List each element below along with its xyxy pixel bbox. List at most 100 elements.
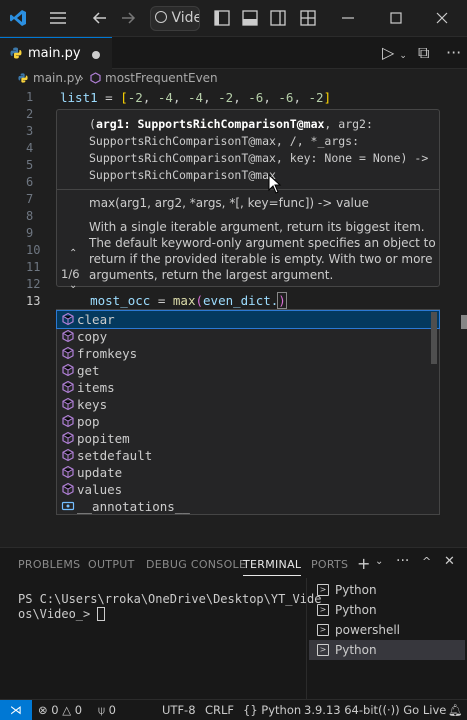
- panel-tab-terminal[interactable]: TERMINAL: [243, 558, 302, 576]
- terminal-instance[interactable]: > powershell: [309, 620, 465, 640]
- remote-indicator-icon[interactable]: ⋊: [0, 700, 32, 720]
- terminal-cursor: [97, 607, 106, 621]
- divider: [57, 189, 439, 190]
- chevron-up-icon[interactable]: ⌃: [69, 248, 77, 259]
- suggest-scrollbar[interactable]: [431, 312, 437, 364]
- ports-status[interactable]: ⍦ 0: [98, 703, 116, 718]
- method-icon: [61, 363, 75, 377]
- more-actions-icon[interactable]: ···: [396, 553, 409, 569]
- panel-tab-output[interactable]: OUTPUT: [88, 558, 135, 571]
- chevron-down-icon: ⌄: [399, 51, 407, 61]
- terminal-label: Python: [335, 583, 377, 597]
- toggle-panel-icon[interactable]: [240, 8, 260, 28]
- suggestion-label: items: [77, 380, 115, 395]
- suggestion-item[interactable]: values: [57, 481, 439, 498]
- number-token: -2: [127, 90, 143, 105]
- terminal-icon: >: [317, 644, 329, 656]
- new-terminal-button[interactable]: +: [357, 554, 370, 573]
- run-python-button[interactable]: ▷ ⌄: [382, 43, 407, 62]
- chevron-right-icon: ›: [79, 71, 84, 85]
- unsaved-dot-icon[interactable]: [92, 51, 100, 59]
- number-token: -6: [278, 90, 294, 105]
- editor-scrollbar-thumb[interactable]: [461, 315, 467, 329]
- suggestion-item[interactable]: __annotations__: [57, 498, 439, 515]
- encoding-status[interactable]: UTF-8: [162, 703, 196, 717]
- panel-tab-problems[interactable]: PROBLEMS: [18, 558, 80, 571]
- bracket-token: [: [120, 90, 128, 105]
- terminal-label: powershell: [335, 623, 400, 637]
- more-actions-button[interactable]: ···: [446, 43, 461, 62]
- suggestion-label: clear: [77, 312, 115, 327]
- suggestion-item[interactable]: get: [57, 362, 439, 379]
- minimize-icon[interactable]: [338, 8, 358, 28]
- ports-count: 0: [108, 703, 116, 717]
- terminal-instance[interactable]: > Python: [309, 600, 465, 620]
- suggestion-label: keys: [77, 397, 108, 412]
- code-line-1[interactable]: list1 = [-2, -4, -4, -2, -6, -6, -2]: [60, 90, 331, 105]
- forward-arrow-icon[interactable]: [118, 8, 138, 28]
- back-arrow-icon[interactable]: [90, 8, 110, 28]
- method-icon: [61, 312, 75, 326]
- suggestion-item[interactable]: popitem: [57, 430, 439, 447]
- go-live-button[interactable]: ((·)) Go Live: [378, 703, 446, 717]
- suggestion-item[interactable]: items: [57, 379, 439, 396]
- ellipsis-icon: ···: [446, 43, 462, 62]
- toggle-secondary-sidebar-icon[interactable]: [268, 8, 288, 28]
- language-label: Python: [261, 703, 302, 717]
- variable-token: list1: [60, 90, 98, 105]
- split-editor-button[interactable]: ⧉: [418, 43, 429, 63]
- suggestion-item[interactable]: clear: [56, 310, 440, 329]
- problems-status[interactable]: ⊗ 0 △ 0: [38, 703, 82, 717]
- terminal-label: Python: [335, 643, 377, 657]
- mouse-pointer-icon: [268, 173, 282, 197]
- panel-tab-ports[interactable]: PORTS: [311, 558, 348, 571]
- eol-status[interactable]: CRLF: [205, 703, 234, 717]
- method-icon: [61, 346, 75, 360]
- suggestion-item[interactable]: setdefault: [57, 447, 439, 464]
- python-file-icon: [10, 47, 22, 59]
- suggestion-label: popitem: [77, 431, 130, 446]
- variable-token: most_occ: [90, 293, 151, 308]
- terminal-instance[interactable]: > Python: [309, 640, 465, 660]
- suggestion-item[interactable]: keys: [57, 396, 439, 413]
- suggestion-label: pop: [77, 414, 100, 429]
- bracket-token: (: [195, 293, 204, 308]
- close-icon[interactable]: [432, 8, 452, 28]
- code-line-13[interactable]: most_occ = max(even_dict.): [60, 292, 287, 309]
- notifications-bell-icon[interactable]: 🔔︎: [448, 703, 463, 717]
- doc-text: With a single iterable argument, return …: [89, 220, 436, 282]
- chevron-down-icon[interactable]: ⌄: [69, 280, 77, 291]
- breadcrumb: main.py › mostFrequentEven: [0, 69, 467, 87]
- method-icon: [61, 482, 75, 496]
- breadcrumb-file[interactable]: main.py: [33, 71, 82, 85]
- maximize-panel-icon[interactable]: ^: [422, 555, 431, 568]
- terminal-output[interactable]: PS C:\Users\rroka\OneDrive\Desktop\YT_Vi…: [18, 592, 321, 622]
- suggestion-item[interactable]: update: [57, 464, 439, 481]
- bracket-token: ): [277, 292, 287, 309]
- breadcrumb-symbol[interactable]: mostFrequentEven: [105, 71, 218, 85]
- toggle-sidebar-icon[interactable]: [212, 8, 232, 28]
- terminal-list: > Python > Python > powershell > Python: [306, 578, 467, 700]
- interpreter-status[interactable]: 3.9.13 64-bit: [304, 703, 378, 717]
- maximize-icon[interactable]: [386, 8, 406, 28]
- suggestion-item[interactable]: copy: [57, 328, 439, 345]
- argument-token: even_dict.: [203, 293, 279, 308]
- language-status[interactable]: {} Python: [243, 703, 301, 717]
- method-icon: [61, 448, 75, 462]
- command-center-search[interactable]: Video: [150, 6, 200, 31]
- terminal-line-1: PS C:\Users\rroka\OneDrive\Desktop\YT_Vi…: [18, 592, 322, 606]
- tab-main-py[interactable]: main.py: [0, 37, 112, 69]
- number-token: -2: [308, 90, 324, 105]
- customize-layout-icon[interactable]: [298, 8, 318, 28]
- function-token: max: [172, 293, 196, 308]
- go-live-label: Go Live: [403, 703, 447, 717]
- suggestion-item[interactable]: fromkeys: [57, 345, 439, 362]
- terminal-instance[interactable]: > Python: [309, 580, 465, 600]
- braces-icon: {}: [243, 703, 258, 717]
- menu-icon[interactable]: [48, 8, 68, 28]
- search-icon: [155, 11, 167, 23]
- suggestion-item[interactable]: pop: [57, 413, 439, 430]
- chevron-down-icon[interactable]: ⌄: [375, 556, 383, 567]
- panel-tab-debug-console[interactable]: DEBUG CONSOLE: [146, 558, 246, 571]
- close-panel-icon[interactable]: ✕: [444, 554, 455, 569]
